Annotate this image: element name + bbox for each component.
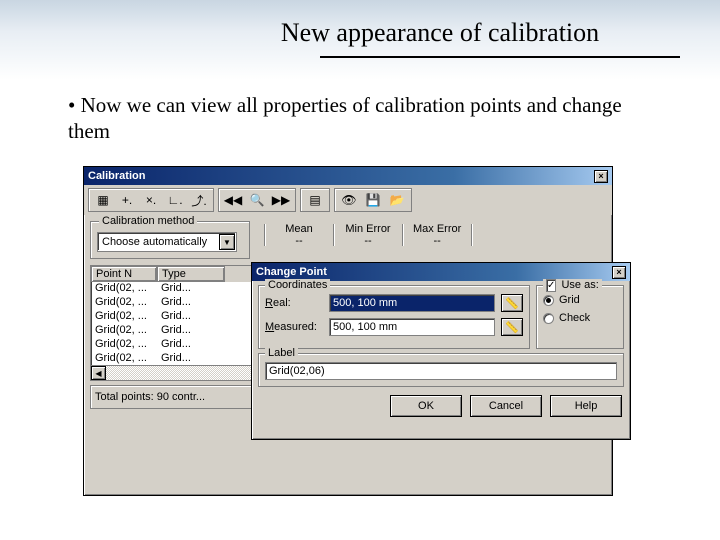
col-point-n[interactable]: Point N: [91, 266, 157, 282]
real-ruler-icon[interactable]: 📏: [501, 294, 523, 312]
add-point-icon[interactable]: +.: [116, 190, 138, 210]
calibration-title-text: Calibration: [88, 170, 145, 182]
stats-row: Mean -- Min Error -- Max Error --: [256, 223, 608, 247]
label-frame: Label Grid(02,06): [258, 353, 624, 387]
change-point-button-row: OK Cancel Help: [252, 391, 630, 417]
toolbar-group-2: ◀◀ 🔍 ▶▶: [218, 188, 296, 212]
toolbar-group-4: 👁 💾 📂: [334, 188, 412, 212]
calibration-method-dropdown[interactable]: Choose automatically ▼: [97, 232, 237, 252]
grid-toggle-icon[interactable]: ▤: [304, 190, 326, 210]
slide-title: New appearance of calibration: [0, 18, 720, 48]
grid-radio-row[interactable]: Grid: [543, 294, 617, 306]
check-radio-label: Check: [559, 312, 590, 324]
find-icon[interactable]: 👁: [338, 190, 360, 210]
check-radio[interactable]: [543, 313, 554, 324]
cp-help-button[interactable]: Help: [550, 395, 622, 417]
calibration-method-value: Choose automatically: [102, 236, 207, 248]
use-as-checkbox[interactable]: ✓: [546, 279, 556, 292]
cancel-button[interactable]: Cancel: [470, 395, 542, 417]
label-legend: Label: [265, 347, 298, 359]
grid-radio-label: Grid: [559, 294, 580, 306]
nav-next-icon[interactable]: ▶▶: [270, 190, 292, 210]
col-type[interactable]: Type: [157, 266, 225, 282]
measured-ruler-icon[interactable]: 📏: [501, 318, 523, 336]
open-icon[interactable]: 📂: [386, 190, 408, 210]
measured-input[interactable]: 500, 100 mm: [329, 318, 495, 336]
corner-point-icon[interactable]: ∟.: [164, 190, 186, 210]
save-icon[interactable]: 💾: [362, 190, 384, 210]
remove-point-icon[interactable]: ×.: [140, 190, 162, 210]
status-text: Total points: 90 contr...: [95, 391, 205, 403]
toolbar-group-1: ▦ +. ×. ∟. ⤴.: [88, 188, 214, 212]
ref-point-icon[interactable]: ⤴.: [188, 190, 210, 210]
stat-min-value: --: [344, 235, 392, 247]
stat-max-value: --: [413, 235, 461, 247]
use-as-frame: ✓ Use as: Grid Check: [536, 285, 624, 349]
title-underline: [320, 56, 680, 58]
grid-new-icon[interactable]: ▦: [92, 190, 114, 210]
label-input[interactable]: Grid(02,06): [265, 362, 617, 380]
use-as-legend: ✓ Use as:: [543, 279, 602, 291]
slide-bullet: • Now we can view all properties of cali…: [68, 92, 668, 145]
coordinates-legend: Coordinates: [265, 279, 330, 291]
scroll-left-icon[interactable]: ◀: [91, 366, 106, 380]
stat-mean-label: Mean: [275, 223, 323, 235]
close-icon[interactable]: ×: [594, 170, 608, 183]
measured-label: Measured:: [265, 321, 323, 333]
stat-max-label: Max Error: [413, 223, 461, 235]
stat-mean-value: --: [275, 235, 323, 247]
toolbar-group-3: ▤: [300, 188, 330, 212]
calibration-method-frame: Calibration method Choose automatically …: [90, 221, 250, 259]
nav-first-icon[interactable]: ◀◀: [222, 190, 244, 210]
change-point-title-text: Change Point: [256, 266, 327, 278]
calibration-toolbar: ▦ +. ×. ∟. ⤴. ◀◀ 🔍 ▶▶ ▤ 👁 💾 📂: [84, 185, 612, 215]
zoom-icon[interactable]: 🔍: [246, 190, 268, 210]
check-radio-row[interactable]: Check: [543, 312, 617, 324]
chevron-down-icon[interactable]: ▼: [219, 234, 235, 250]
calibration-method-legend: Calibration method: [99, 215, 197, 227]
stat-min-label: Min Error: [344, 223, 392, 235]
change-point-dialog: Change Point × Coordinates Real: 500, 10…: [251, 262, 631, 440]
grid-radio[interactable]: [543, 295, 554, 306]
close-icon[interactable]: ×: [612, 266, 626, 279]
calibration-titlebar[interactable]: Calibration ×: [84, 167, 612, 185]
coordinates-frame: Coordinates Real: 500, 100 mm 📏 Measured…: [258, 285, 530, 349]
ok-button[interactable]: OK: [390, 395, 462, 417]
real-label: Real:: [265, 297, 323, 309]
real-input[interactable]: 500, 100 mm: [329, 294, 495, 312]
